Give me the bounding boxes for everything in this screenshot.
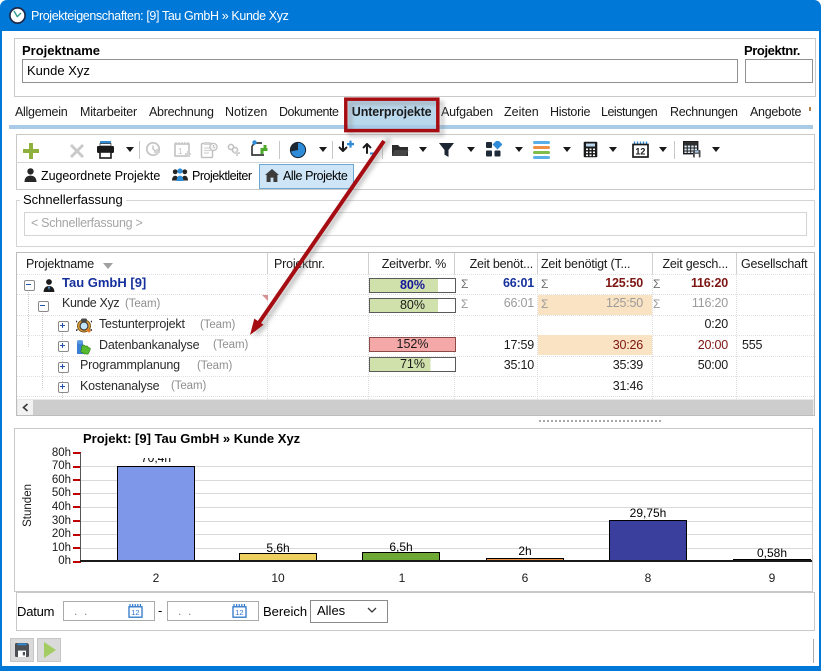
svg-text:1: 1: [178, 147, 183, 156]
svg-text:12: 12: [635, 147, 645, 157]
svg-text:12: 12: [131, 608, 139, 617]
svg-text:12: 12: [235, 608, 243, 617]
